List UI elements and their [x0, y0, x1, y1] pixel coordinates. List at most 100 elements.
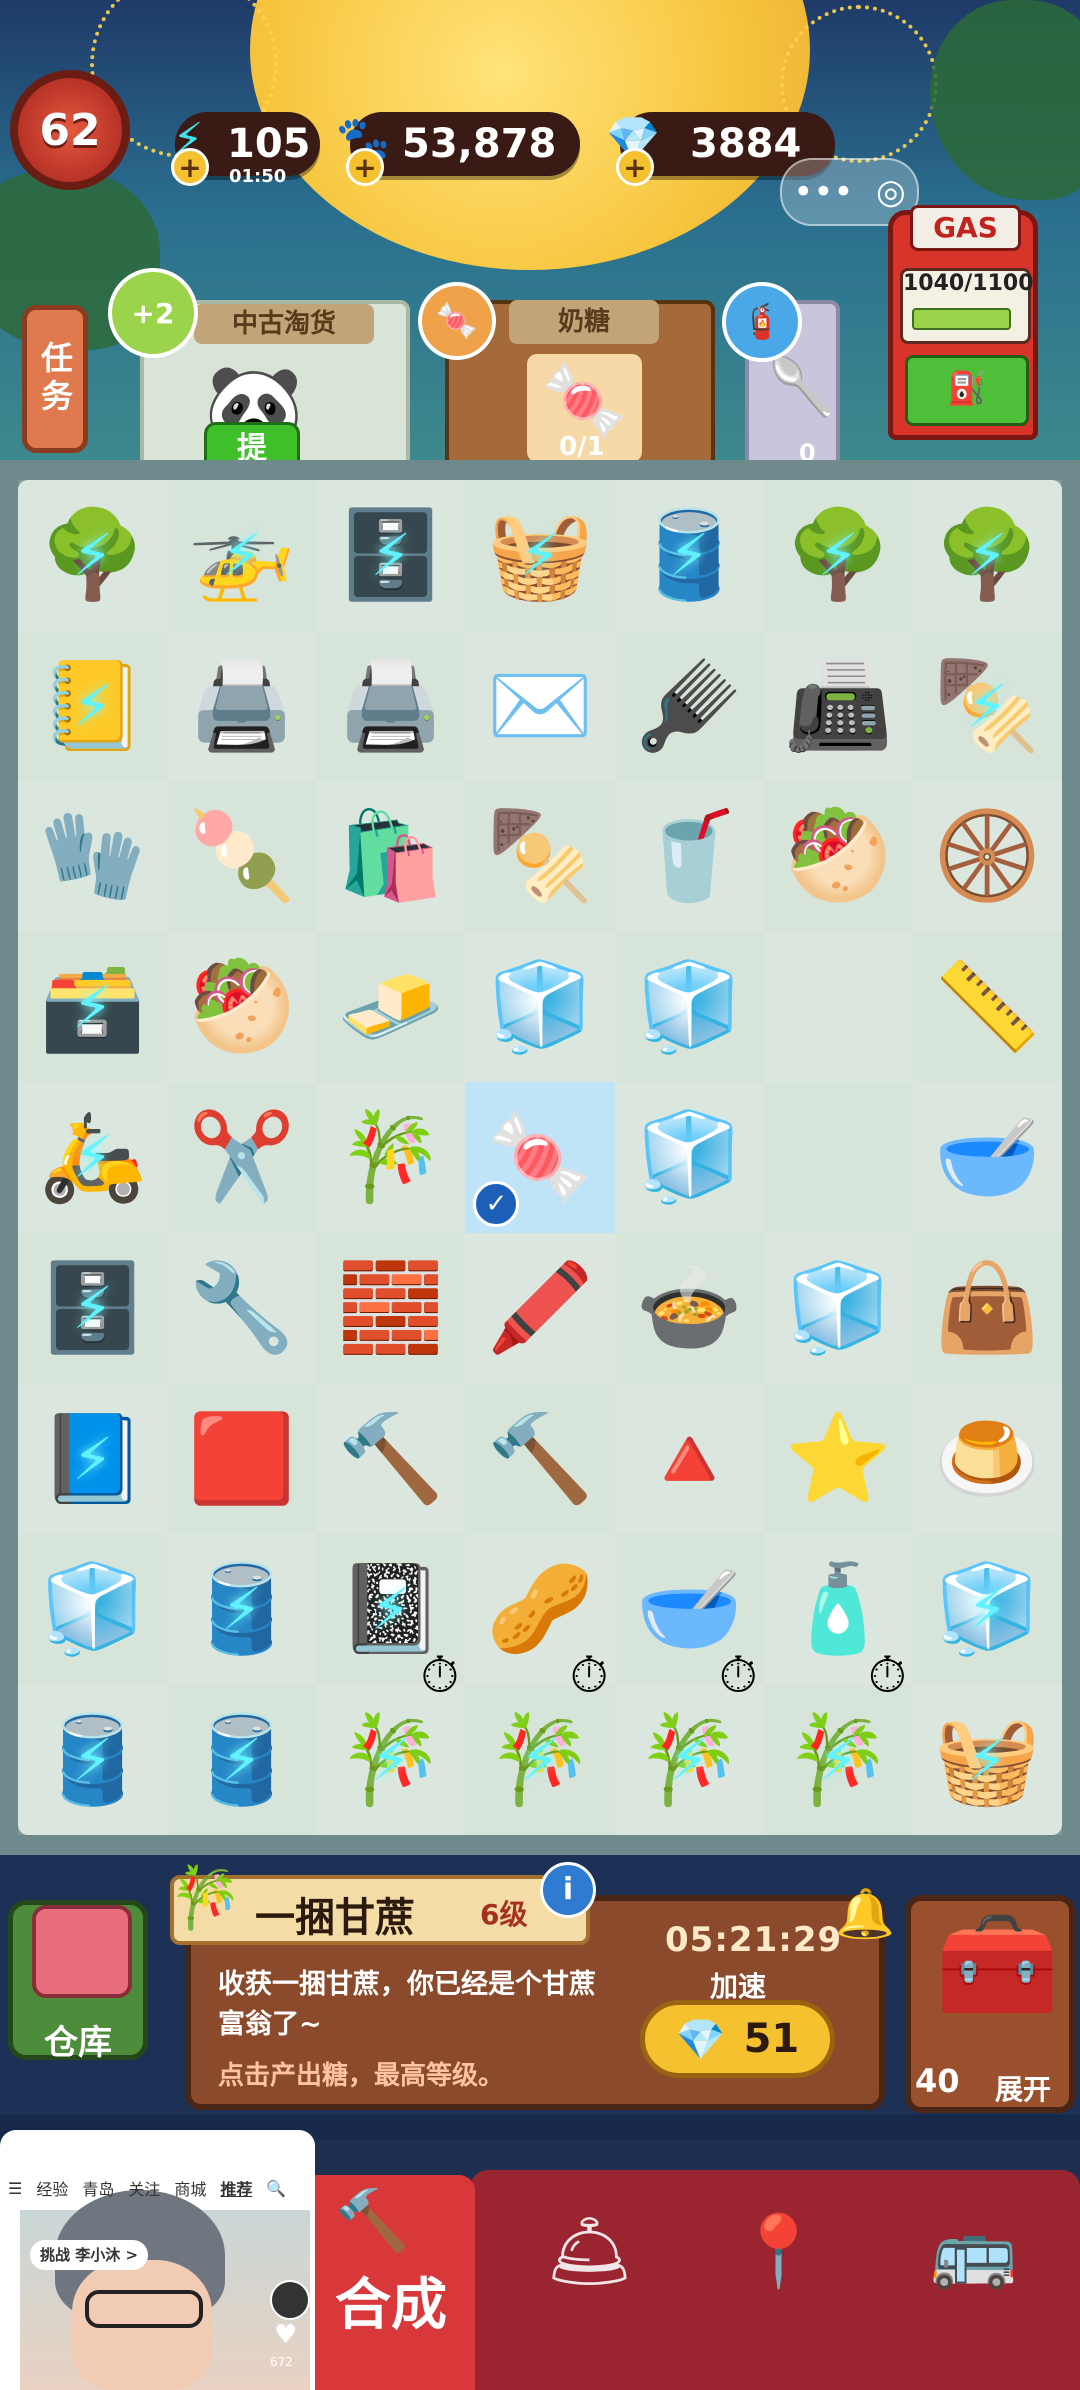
- expand-button[interactable]: 展开: [995, 2068, 1051, 2108]
- board-item[interactable]: 🚁 ⚡: [167, 480, 316, 631]
- board-item[interactable]: 🛢️ ⚡: [167, 1684, 316, 1835]
- board-item[interactable]: 🖨️: [316, 631, 465, 782]
- board-item[interactable]: 🖍️: [465, 1232, 615, 1384]
- board-item[interactable]: 🥙: [764, 781, 913, 932]
- board-item[interactable]: 🧊: [763, 1232, 913, 1384]
- heart-icon[interactable]: ♥: [274, 2320, 297, 2350]
- board-item[interactable]: 🍬 ✓: [465, 1082, 615, 1233]
- energy-lock-icon: ⚡: [967, 671, 1008, 740]
- board-item[interactable]: 🧤: [18, 781, 168, 932]
- board-item[interactable]: 🗄️ ⚡: [316, 480, 466, 631]
- video-tab-active[interactable]: 推荐: [220, 2176, 252, 2200]
- board-item[interactable]: 🍢 ⚡: [913, 631, 1062, 782]
- board-item[interactable]: 🧊: [18, 1534, 167, 1685]
- board-item[interactable]: 🍡: [167, 781, 316, 932]
- board-item[interactable]: 📠: [763, 630, 913, 782]
- map-pin-icon[interactable]: 📍: [735, 2210, 822, 2293]
- add-gems-icon[interactable]: +: [616, 148, 654, 186]
- energy-lock-icon: ⚡: [817, 521, 859, 590]
- energy-lock-icon: ⚡: [72, 1725, 113, 1794]
- board-item[interactable]: 🌳 ⚡: [764, 480, 913, 631]
- search-icon[interactable]: 🔍: [266, 2179, 286, 2198]
- board-item[interactable]: 🪮: [615, 631, 764, 782]
- player-level-badge[interactable]: 62: [10, 70, 130, 190]
- item-icon: 🍲: [635, 1258, 743, 1359]
- board-item[interactable]: 🥙: [167, 931, 317, 1083]
- item-info-button[interactable]: i: [540, 1862, 596, 1918]
- board-item[interactable]: 🖨️: [167, 630, 317, 782]
- board-item[interactable]: 🍮: [912, 1383, 1062, 1534]
- gas-cash-icon[interactable]: ⛽: [905, 355, 1029, 426]
- board-item[interactable]: 🎋: [316, 1082, 466, 1233]
- menu-icon[interactable]: ☰: [8, 2179, 22, 2198]
- board-item[interactable]: 🛵 ⚡: [18, 1082, 168, 1233]
- board-item[interactable]: 🎋 ⚡ ⏱: [614, 1650, 764, 1835]
- board-item[interactable]: 🍢: [465, 781, 614, 932]
- order-title: 奶糖: [509, 300, 659, 344]
- board-item[interactable]: 🥤: [614, 781, 764, 932]
- board-item[interactable]: 🔧: [167, 1232, 317, 1384]
- add-coins-icon[interactable]: +: [346, 148, 384, 186]
- coin-counter[interactable]: 🐾 + 53,878: [336, 112, 580, 186]
- board-item[interactable]: 🥣: [912, 1082, 1062, 1233]
- bus-icon[interactable]: 🚌: [930, 2210, 1017, 2293]
- board-item[interactable]: 🧊 ⚡: [913, 1534, 1062, 1685]
- board-item[interactable]: 🧊: [614, 1082, 764, 1233]
- treasure-chest-icon[interactable]: 🧰: [935, 1905, 1060, 2023]
- board-item[interactable]: 🟥: [167, 1383, 316, 1534]
- energy-counter[interactable]: ⚡ + 105 01:50: [171, 112, 320, 187]
- board-item[interactable]: 🧊: [615, 932, 764, 1083]
- board-item[interactable]: 📒 ⚡: [18, 631, 167, 782]
- more-dots-icon[interactable]: •••: [793, 172, 853, 212]
- board-item[interactable]: 🎋 ⚡ ⏱: [465, 1650, 614, 1835]
- board-item[interactable]: 🛢️ ⚡: [614, 480, 764, 631]
- board-item[interactable]: 🛢️ ⚡: [167, 1533, 317, 1685]
- board-item[interactable]: ✉️: [465, 630, 615, 782]
- video-tab-bar[interactable]: ☰ 经验 青岛 关注 商城 推荐 🔍: [0, 2168, 315, 2208]
- board-item[interactable]: 📏: [913, 932, 1062, 1083]
- close-target-icon[interactable]: ◎: [876, 172, 906, 212]
- energy-lock-icon: ⚡: [967, 1725, 1008, 1794]
- board-item[interactable]: 🔺: [614, 1383, 764, 1534]
- video-tab[interactable]: 商城: [174, 2176, 206, 2200]
- challenge-tag[interactable]: 挑战 李小沐 >: [30, 2240, 149, 2270]
- video-tab[interactable]: 经验: [36, 2176, 68, 2200]
- board-item[interactable]: 🗄️ ⚡: [18, 1233, 167, 1384]
- energy-lock-icon: ⚡: [967, 1575, 1008, 1644]
- board-item[interactable]: 📘 ⚡: [18, 1383, 168, 1534]
- video-tab[interactable]: 青岛: [82, 2176, 114, 2200]
- board-item[interactable]: 🎋 ⚡ ⏱: [764, 1650, 913, 1835]
- board-item[interactable]: 🛍️: [316, 781, 466, 932]
- board-item[interactable]: 🧺 ⚡: [912, 1684, 1062, 1835]
- gem-value: 3884: [690, 121, 802, 167]
- board-item[interactable]: 🧱: [316, 1233, 465, 1384]
- board-item[interactable]: 🛞: [912, 781, 1062, 932]
- speed-up-button[interactable]: 💎 51: [640, 2000, 835, 2078]
- board-item[interactable]: 🎋 ⚡ ⏱: [316, 1650, 466, 1835]
- board-item[interactable]: 🧺 ⚡: [465, 480, 614, 631]
- board-item[interactable]: 🧊: [465, 931, 615, 1083]
- board-item[interactable]: 🧈: [316, 932, 465, 1083]
- board-item[interactable]: 🍲: [615, 1233, 764, 1384]
- bell-icon[interactable]: 🔔: [835, 1885, 895, 1942]
- board-item[interactable]: 🌳 ⚡: [912, 480, 1062, 631]
- board-item[interactable]: 🗃️ ⚡: [18, 932, 167, 1083]
- board-item[interactable]: 🛢️ ⚡: [18, 1684, 168, 1835]
- add-energy-icon[interactable]: +: [171, 148, 209, 186]
- gas-meter: 1040/1100: [900, 268, 1034, 344]
- task-tab[interactable]: 任务: [22, 305, 88, 453]
- board-item[interactable]: ✂️: [167, 1082, 316, 1233]
- board-item[interactable]: 🔨: [465, 1383, 614, 1534]
- board-item[interactable]: ⭐: [764, 1383, 913, 1534]
- service-bell-icon[interactable]: 🛎: [545, 2210, 634, 2293]
- avatar[interactable]: [270, 2280, 310, 2320]
- energy-timer: 01:50: [229, 166, 287, 187]
- video-tab[interactable]: 关注: [128, 2176, 160, 2200]
- board-item[interactable]: 🔨: [316, 1383, 466, 1534]
- board-item[interactable]: 🌳 ⚡: [18, 480, 168, 631]
- board-empty-cell[interactable]: [763, 931, 913, 1083]
- board-item[interactable]: 👜: [913, 1233, 1062, 1384]
- board-empty-cell[interactable]: [764, 1082, 913, 1233]
- energy-lock-icon: ⚡: [370, 1725, 412, 1794]
- item-icon: 🧊: [486, 956, 594, 1057]
